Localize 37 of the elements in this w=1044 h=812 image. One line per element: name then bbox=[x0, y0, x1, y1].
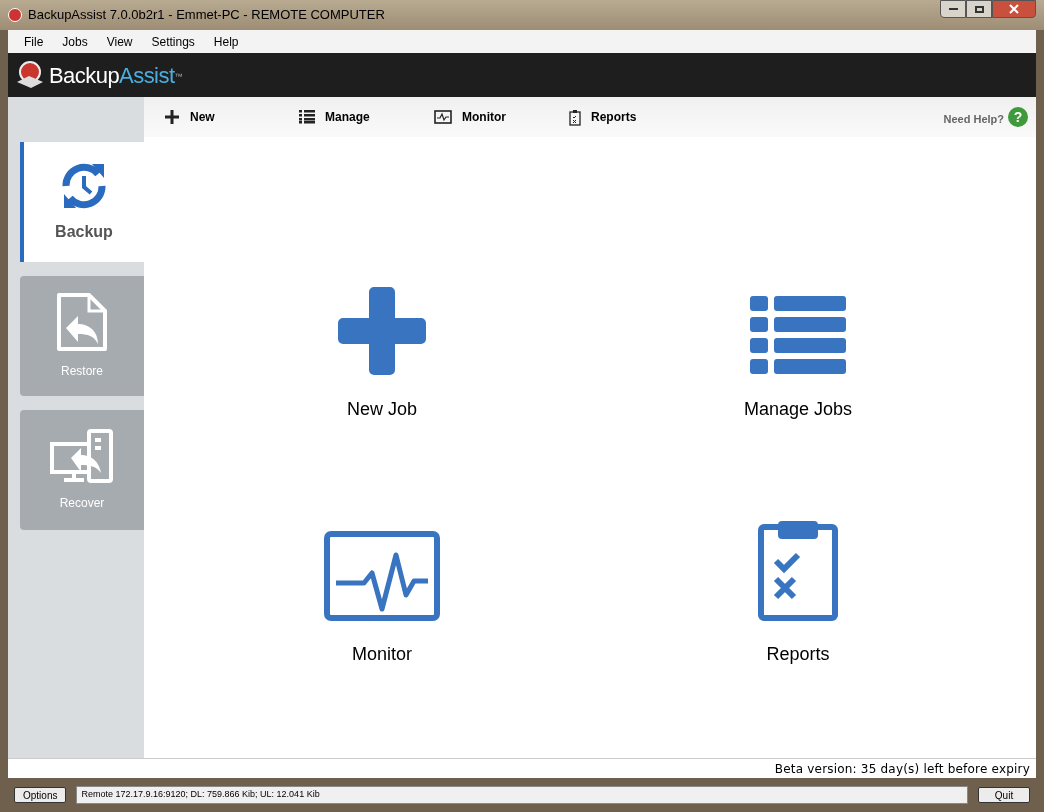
list-icon bbox=[299, 110, 315, 124]
list-icon bbox=[750, 295, 846, 376]
pulse-monitor-icon bbox=[434, 110, 452, 124]
maximize-button[interactable] bbox=[966, 0, 992, 18]
toolbar-button[interactable]: Manage bbox=[299, 108, 434, 126]
sidebar-tab[interactable]: Backup bbox=[20, 142, 144, 262]
close-icon bbox=[1009, 4, 1019, 14]
options-button[interactable]: Options bbox=[14, 787, 67, 803]
tile-button[interactable]: New Job bbox=[174, 267, 590, 423]
toolbar-button[interactable]: New bbox=[164, 108, 299, 126]
toolbar-button[interactable]: Reports bbox=[569, 108, 704, 126]
status-field: Remote 172.17.9.16:9120; DL: 759.866 Kib; UL: 12.041 Kib bbox=[76, 786, 968, 804]
menu-item[interactable]: View bbox=[106, 32, 133, 51]
plus-icon bbox=[164, 109, 180, 125]
menu-item[interactable]: Help bbox=[213, 32, 239, 51]
help-icon[interactable]: ? bbox=[1008, 107, 1028, 127]
menu-item[interactable]: Settings bbox=[151, 32, 195, 51]
pulse-monitor-icon bbox=[324, 531, 440, 621]
minimize-button[interactable] bbox=[940, 0, 966, 18]
toolbar-button[interactable]: Monitor bbox=[434, 108, 569, 126]
plus-icon bbox=[337, 285, 427, 376]
tile-button[interactable]: Monitor bbox=[174, 512, 590, 668]
computer-arrow-icon bbox=[49, 428, 115, 484]
beta-notice: Beta version: 35 day(s) left before expiry bbox=[774, 760, 1030, 778]
menu-item[interactable]: File bbox=[24, 32, 44, 51]
menu-item[interactable]: Jobs bbox=[62, 32, 88, 51]
logo-text: BackupAssist$^{™}$ bbox=[49, 61, 182, 90]
clipboard-icon bbox=[569, 108, 581, 126]
window-title: BackupAssist 7.0.0b2r1 - Emmet-PC - REMOTE COMPUTER bbox=[28, 6, 385, 25]
app-icon bbox=[8, 8, 22, 22]
tile-button[interactable]: Manage Jobs bbox=[590, 267, 1006, 423]
tile-button[interactable]: Reports bbox=[590, 512, 1006, 668]
document-arrow-icon bbox=[56, 292, 108, 352]
close-button[interactable] bbox=[992, 0, 1036, 18]
quit-button[interactable]: Quit bbox=[978, 787, 1030, 803]
logo-icon bbox=[15, 60, 45, 90]
help-link[interactable]: Need Help? bbox=[943, 110, 1004, 128]
